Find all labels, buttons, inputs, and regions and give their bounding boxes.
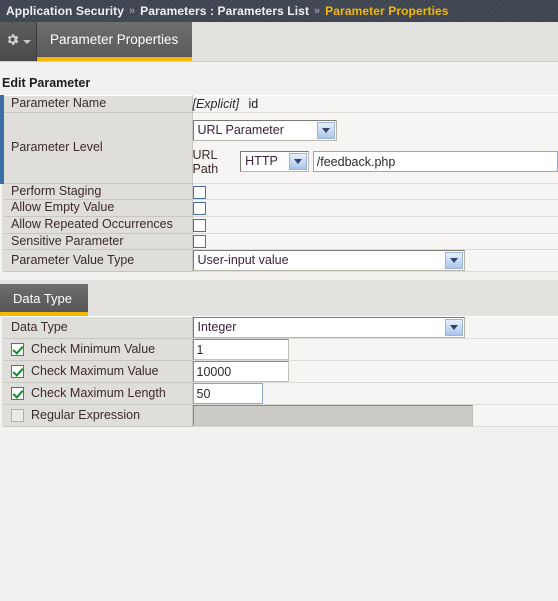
row-value-allow-repeated-occurrences: [192, 215, 558, 234]
data-type-selected-value: Integer: [197, 320, 237, 335]
data-type-tab-strip: Data Type: [0, 280, 558, 317]
check-minimum-value-checkbox[interactable]: [11, 343, 24, 357]
row-value-check-maximum-value: [192, 360, 558, 384]
protocol-select[interactable]: HTTP: [240, 151, 309, 173]
check-maximum-length-checkbox[interactable]: [11, 387, 24, 401]
row-value-parameter-level: URL Parameter URL Path HTTP: [192, 111, 558, 184]
row-value-check-maximum-length: [192, 382, 558, 406]
row-value-regular-expression: [192, 404, 558, 428]
chevron-down-icon: [449, 258, 458, 264]
dropdown-arrow-button[interactable]: [444, 252, 463, 270]
table-row: Parameter Name [Explicit] id: [0, 95, 558, 113]
row-value-parameter-value-type: User-input value: [192, 249, 558, 273]
parameter-level-select[interactable]: URL Parameter: [192, 119, 337, 141]
check-maximum-value-checkbox[interactable]: [11, 365, 24, 379]
table-row: Parameter Level URL Parameter URL Path H…: [0, 111, 558, 184]
parameter-name-value: id: [248, 96, 259, 111]
tab-data-type[interactable]: Data Type: [0, 284, 89, 317]
regular-expression-label: Regular Expression: [31, 407, 141, 422]
data-type-table: Data Type Integer Check Minimum Value 1 …: [0, 316, 558, 428]
regular-expression-checkbox[interactable]: [11, 409, 24, 423]
row-label-regular-expression: Regular Expression: [2, 404, 193, 428]
table-row: Check Maximum Value: [2, 360, 558, 384]
dropdown-arrow-button[interactable]: [288, 153, 307, 171]
dropdown-arrow-button[interactable]: [444, 319, 463, 337]
parameter-level-selected-value: URL Parameter: [197, 122, 284, 137]
maximum-length-input[interactable]: [192, 383, 263, 405]
row-label-parameter-value-type: Parameter Value Type: [2, 249, 193, 273]
page-title: Edit Parameter: [2, 76, 91, 90]
dropdown-arrow-button[interactable]: [316, 121, 335, 139]
allow-repeated-occurrences-checkbox[interactable]: [192, 218, 206, 232]
check-maximum-length-label: Check Maximum Length: [31, 385, 166, 400]
row-label-check-maximum-value: Check Maximum Value: [2, 360, 193, 384]
row-value-sensitive-parameter: [192, 232, 558, 251]
check-maximum-value-label: Check Maximum Value: [31, 363, 159, 378]
chevron-down-icon: [449, 325, 458, 331]
chevron-down-icon: [23, 39, 31, 44]
row-label-allow-empty-value: Allow Empty Value: [2, 199, 193, 217]
chevron-down-icon: [321, 127, 330, 133]
row-label-sensitive-parameter: Sensitive Parameter: [2, 232, 193, 251]
row-label-parameter-level: Parameter Level: [0, 111, 193, 184]
table-row: Check Minimum Value: [2, 338, 558, 362]
table-row: Check Maximum Length: [2, 382, 558, 406]
maximum-value-input[interactable]: [192, 361, 289, 383]
minimum-value-input[interactable]: [192, 339, 289, 361]
row-value-check-minimum-value: [192, 338, 558, 362]
breadcrumb-separator: »: [314, 5, 321, 17]
perform-staging-checkbox[interactable]: [192, 185, 206, 199]
tab-strip: Parameter Properties: [0, 22, 558, 62]
tab-parameter-properties[interactable]: Parameter Properties: [37, 22, 193, 61]
settings-menu-button[interactable]: [0, 22, 37, 61]
breadcrumb-item-parameters-list[interactable]: Parameters : Parameters List: [140, 4, 309, 18]
row-value-allow-empty-value: [192, 199, 558, 217]
parameter-value-type-selected-value: User-input value: [197, 253, 289, 268]
table-row: Sensitive Parameter: [2, 232, 558, 251]
check-minimum-value-label: Check Minimum Value: [31, 341, 156, 356]
row-value-parameter-name: [Explicit] id: [192, 95, 558, 113]
regular-expression-input: [192, 405, 473, 427]
table-row: Parameter Value Type User-input value: [2, 249, 558, 273]
explicit-tag: [Explicit]: [192, 96, 240, 111]
tab-label: Parameter Properties: [50, 32, 179, 47]
row-label-check-minimum-value: Check Minimum Value: [2, 338, 193, 362]
url-path-input[interactable]: [312, 151, 558, 173]
chevron-down-icon: [293, 159, 302, 165]
data-type-select[interactable]: Integer: [192, 317, 465, 339]
edit-parameter-table: Parameter Name [Explicit] id Parameter L…: [0, 95, 558, 273]
sensitive-parameter-checkbox[interactable]: [192, 235, 206, 249]
table-row: Allow Empty Value: [2, 199, 558, 217]
row-label-perform-staging: Perform Staging: [2, 182, 193, 201]
row-value-data-type: Integer: [192, 316, 558, 340]
protocol-selected-value: HTTP: [245, 154, 278, 169]
parameter-value-type-select[interactable]: User-input value: [192, 250, 465, 272]
row-label-data-type: Data Type: [2, 316, 193, 340]
gear-icon: [5, 32, 20, 52]
row-value-perform-staging: [192, 182, 558, 201]
breadcrumb-item-application-security[interactable]: Application Security: [6, 4, 124, 18]
allow-empty-value-checkbox[interactable]: [192, 202, 206, 216]
row-label-allow-repeated-occurrences: Allow Repeated Occurrences: [2, 215, 193, 234]
row-label-parameter-name: Parameter Name: [0, 95, 193, 113]
table-row: Perform Staging: [2, 182, 558, 201]
table-row: Data Type Integer: [2, 316, 558, 340]
breadcrumb-item-parameter-properties: Parameter Properties: [325, 4, 449, 18]
table-row: Allow Repeated Occurrences: [2, 215, 558, 234]
row-label-check-maximum-length: Check Maximum Length: [2, 382, 193, 406]
url-path-label: URL Path: [192, 147, 219, 176]
tab-label: Data Type: [13, 290, 73, 306]
breadcrumb-separator: »: [129, 5, 136, 17]
breadcrumb: Application Security » Parameters : Para…: [0, 0, 558, 22]
table-row: Regular Expression: [2, 404, 558, 428]
